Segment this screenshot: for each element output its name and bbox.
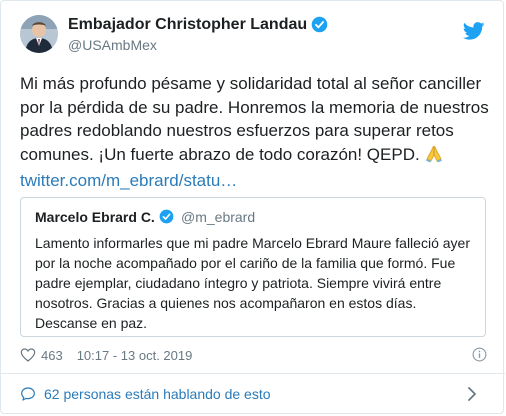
conversation-link[interactable]: 62 personas están hablando de esto [1, 374, 505, 414]
tweet-timestamp[interactable]: 10:17 - 13 oct. 2019 [77, 348, 193, 363]
avatar[interactable] [20, 15, 58, 53]
author-name[interactable]: Embajador Christopher Landau [68, 16, 307, 34]
chevron-right-icon [468, 387, 476, 401]
like-count[interactable]: 463 [41, 348, 63, 363]
quoted-tweet[interactable]: Marcelo Ebrard C. @m_ebrard Lamento info… [20, 197, 486, 337]
verified-badge-icon [159, 209, 174, 224]
tweet-meta: 463 10:17 - 13 oct. 2019 [20, 345, 192, 365]
quoted-tweet-text: Lamento informarles que mi padre Marcelo… [35, 235, 470, 331]
info-icon[interactable] [472, 347, 487, 362]
quoted-author-name: Marcelo Ebrard C. [35, 209, 155, 225]
quoted-author-handle: @m_ebrard [181, 209, 256, 225]
conversation-count-text: 62 personas están hablando de esto [44, 386, 271, 402]
author-handle[interactable]: @USAmbMex [68, 37, 157, 53]
heart-icon[interactable] [20, 347, 36, 363]
verified-badge-icon [311, 16, 328, 33]
tweet-body: Mi más profundo pésame y solidaridad tot… [20, 72, 490, 193]
tweet-text: Mi más profundo pésame y solidaridad tot… [20, 74, 489, 164]
avatar-portrait-icon [20, 15, 58, 53]
folded-hands-emoji-icon [424, 143, 444, 170]
tweet-link[interactable]: twitter.com/m_ebrard/statu… [20, 169, 490, 193]
embedded-tweet-card: Embajador Christopher Landau @USAmbMex M… [0, 0, 505, 414]
twitter-bird-icon[interactable] [463, 22, 485, 40]
speech-bubble-icon [21, 387, 35, 401]
